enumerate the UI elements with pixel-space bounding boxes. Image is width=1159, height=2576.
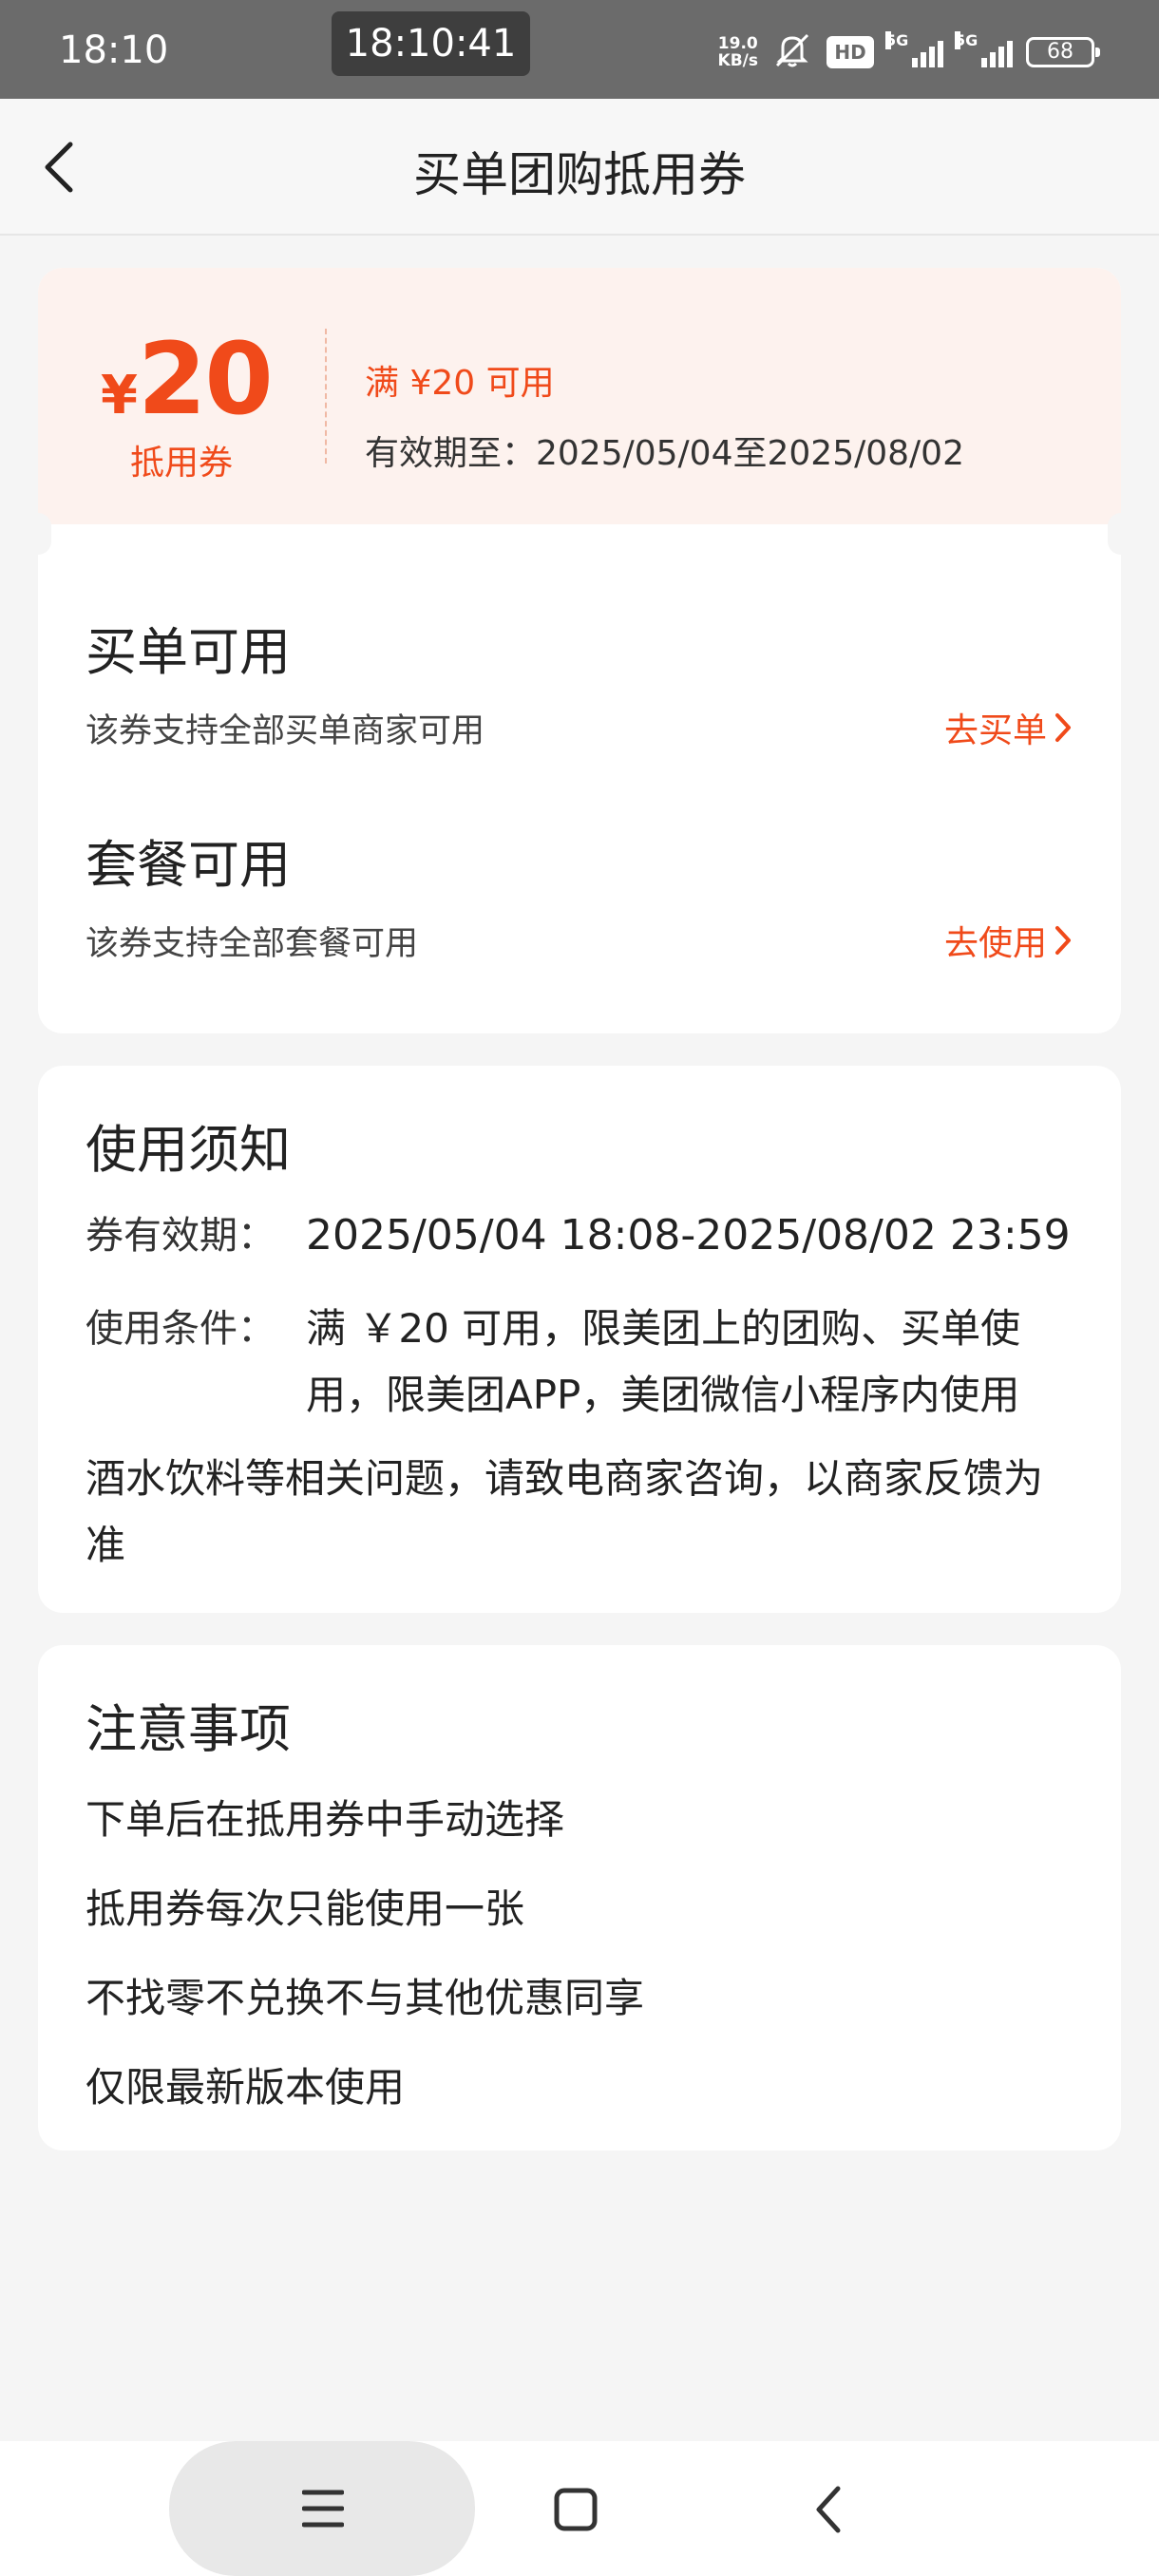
note-item: 抵用券每次只能使用一张 (86, 1885, 525, 1932)
coupon-validity: 有效期至：2025/05/04至2025/08/02 (365, 434, 964, 473)
page-title: 买单团购抵用券 (413, 147, 746, 202)
menu-icon (302, 2490, 344, 2528)
net-speed-value: 19.0 (717, 34, 758, 53)
network-type-1: 5G (885, 31, 909, 49)
note-item: 不找零不兑换不与其他优惠同享 (86, 1975, 645, 2021)
battery-icon: 68 (1026, 37, 1100, 67)
go-pay-link[interactable]: 去买单 (944, 703, 1074, 752)
go-use-label: 去使用 (943, 924, 1047, 963)
net-speed-unit: KB/s (717, 51, 758, 70)
nav-bar: 买单团购抵用券 (0, 99, 1159, 236)
notice-extra: 酒水饮料等相关问题，请致电商家咨询，以商家反馈为准 (86, 1455, 1044, 1568)
usage-row-package: 套餐可用 该券支持全部套餐可用 去使用 (86, 823, 1074, 965)
coupon-notch-right (1108, 513, 1134, 555)
usage-row-pay: 买单可用 该券支持全部买单商家可用 去买单 (86, 610, 1074, 752)
notice-label: 使用条件： (86, 1307, 276, 1351)
coupon-threshold: 满 ¥20 可用 (365, 364, 555, 403)
system-nav-bar (0, 2441, 1159, 2576)
hd-icon: HD (826, 36, 874, 68)
coupon-card: ¥20 抵用券 满 ¥20 可用 有效期至：2025/05/04至2025/08… (25, 268, 1134, 1033)
usage-notice-card: 使用须知 券有效期： 2025/05/04 18:08-2025/08/02 2… (38, 1066, 1121, 1613)
home-button[interactable] (553, 2487, 598, 2532)
coupon-notch-left (25, 513, 51, 555)
usage-title: 买单可用 (86, 622, 291, 682)
usage-desc: 该券支持全部买单商家可用 (86, 712, 485, 750)
dashed-divider (325, 329, 327, 464)
amount-label: 抵用券 (129, 444, 233, 483)
currency-symbol: ¥ (101, 365, 138, 426)
bell-muted-icon (771, 29, 813, 75)
signal-icon-1: 5G (885, 31, 943, 67)
coupon-amount: ¥20 抵用券 (101, 321, 274, 484)
usage-title: 套餐可用 (86, 835, 291, 895)
coupon-info: 满 ¥20 可用 有效期至：2025/05/04至2025/08/02 (365, 355, 964, 475)
menu-button[interactable] (169, 2441, 475, 2576)
go-pay-label: 去买单 (943, 711, 1047, 750)
network-type-2: 5G (955, 31, 978, 49)
section-title: 使用须知 (86, 1120, 291, 1180)
note-item: 下单后在抵用券中手动选择 (86, 1796, 565, 1843)
square-icon (554, 2488, 598, 2531)
clock-overlay: 18:10:41 (332, 11, 530, 76)
coupon-header: ¥20 抵用券 满 ¥20 可用 有效期至：2025/05/04至2025/08… (38, 268, 1121, 524)
signal-icon-2: 5G (955, 31, 1013, 67)
notice-value: 2025/05/04 18:08-2025/08/02 23:59 (306, 1211, 1071, 1260)
net-speed: 19.0 KB/s (718, 35, 758, 69)
status-bar: 18:10 18:10:41 19.0 KB/s HD 5G 5G 68 (0, 0, 1159, 99)
status-time: 18:10 (59, 28, 169, 72)
chevron-right-icon (1055, 713, 1071, 742)
amount-value: 20 (137, 321, 274, 437)
status-icons: 19.0 KB/s HD 5G 5G 68 (718, 28, 1100, 76)
chevron-right-icon (1055, 926, 1071, 955)
notice-validity-row: 券有效期： 2025/05/04 18:08-2025/08/02 23:59 (86, 1203, 1074, 1269)
usage-desc: 该券支持全部套餐可用 (86, 925, 419, 963)
system-back-button[interactable] (809, 2483, 847, 2536)
section-title: 注意事项 (86, 1699, 291, 1759)
go-use-link[interactable]: 去使用 (944, 916, 1074, 965)
note-item: 仅限最新版本使用 (86, 2064, 406, 2111)
notice-condition-row: 使用条件： 满 ￥20 可用，限美团上的团购、买单使用，限美团APP，美团微信小… (86, 1296, 1074, 1429)
notes-card: 注意事项 下单后在抵用券中手动选择 抵用券每次只能使用一张 不找零不兑换不与其他… (38, 1645, 1121, 2150)
notice-value: 满 ￥20 可用，限美团上的团购、买单使用，限美团APP，美团微信小程序内使用 (306, 1305, 1021, 1418)
notice-label: 券有效期： (86, 1214, 276, 1258)
back-triangle-icon (816, 2486, 841, 2533)
